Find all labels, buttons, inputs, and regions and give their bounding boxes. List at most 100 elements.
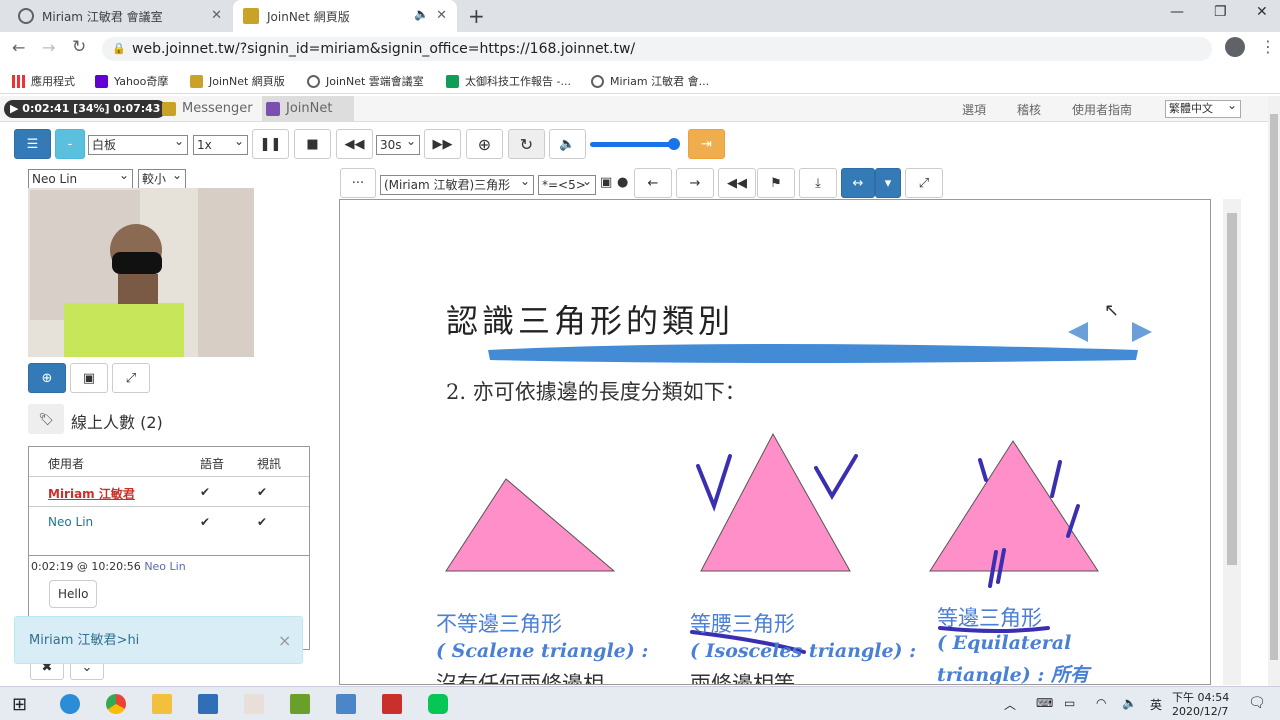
bookmark-taiyu-report[interactable]: 太御科技工作報告 -... [446,73,571,89]
pause-button[interactable]: ❚❚ [252,129,289,159]
user-name[interactable]: Neo Lin [48,515,93,529]
table-row[interactable]: Neo Lin ✔ ✔ [29,507,309,537]
refresh-button[interactable]: ↻ [508,129,545,159]
fit-dropdown-button[interactable]: ▾ [875,168,901,198]
tray-chevron-icon[interactable]: ︿ [1004,696,1016,713]
minus-button[interactable]: - [55,129,85,159]
video-size-value: 較小 [142,172,167,186]
toast-close-icon[interactable]: × [278,617,291,665]
page-scrollbar[interactable] [1268,96,1280,686]
exit-button[interactable]: ⇥ [688,129,725,159]
camera-button[interactable]: ⊕ [28,363,66,393]
tab-messenger[interactable]: Messenger [158,96,258,122]
file-explorer-icon[interactable] [152,694,172,714]
edge-icon[interactable] [60,694,80,714]
close-tab-icon[interactable]: ✕ [211,8,222,23]
rewind-button[interactable]: ◀◀ [336,129,373,159]
page-select[interactable]: (Miriam 江敏君)三角形 [380,172,534,195]
speed-select[interactable]: 1x [193,132,248,155]
slide-prev-icon[interactable] [1068,318,1090,342]
whiteboard-scrollbar[interactable] [1223,199,1241,685]
scroll-thumb[interactable] [1270,114,1278,660]
check-circle-icon[interactable]: ● [617,175,628,190]
clock-time[interactable]: 下午 04:54 [1172,689,1229,705]
joinnet-icon [266,102,280,116]
audio-playing-icon[interactable]: 🔈 [414,7,429,21]
volume-slider[interactable] [590,138,682,150]
snapshot-button[interactable]: ▣ [70,363,108,393]
chrome-icon[interactable] [106,694,126,714]
chat-timestamp: 0:02:19 @ 10:20:56 [31,560,141,573]
bookmark-joinnet-cloud[interactable]: JoinNet 雲端會議室 [307,73,424,89]
forward-icon[interactable]: → [42,38,55,57]
browser-tab-joinnet[interactable]: JoinNet 網頁版 🔈 ✕ [233,0,457,32]
user-select-value: Neo Lin [32,172,78,186]
stop-button[interactable]: ■ [294,129,331,159]
options-link[interactable]: 選項 [962,101,986,118]
audit-link[interactable]: 稽核 [1017,101,1041,118]
video-size-select[interactable]: 較小 [138,166,186,189]
close-tab-icon[interactable]: ✕ [436,8,447,23]
zoom-select[interactable]: *=<5> [538,172,596,195]
fullscreen-board-button[interactable]: ⤢ [905,168,943,198]
device-icon[interactable]: ⌨ [1036,696,1053,710]
mode-select[interactable]: 白板 [88,132,188,155]
new-tab-icon[interactable]: + [468,4,485,28]
download-button[interactable]: ⤓ [799,168,837,198]
image-icon: ▣ [82,370,96,386]
flag-icon: ⚑ [770,175,782,191]
browser-tab-meeting-room[interactable]: Miriam 江敏君 會議室 ✕ [8,0,232,32]
playback-timer: ▶ 0:02:41 [34%] 0:07:43 [4,100,167,118]
bookmark-apps[interactable]: 應用程式 [12,73,75,89]
back-icon[interactable]: ← [12,38,25,57]
ime-indicator[interactable]: 英 [1150,696,1162,713]
skip-select[interactable]: 30s [376,132,420,155]
profile-avatar[interactable] [1225,37,1245,57]
photos-icon[interactable] [336,694,356,714]
more-button[interactable]: ··· [340,168,376,198]
joinnet-taskbar-icon[interactable] [290,694,310,714]
fit-width-button[interactable]: ↔ [841,168,875,198]
next-page-button[interactable]: → [676,168,714,198]
volume-knob[interactable] [668,138,680,150]
user-name[interactable]: Miriam 江敏君 [48,485,135,502]
tab-joinnet[interactable]: JoinNet [262,96,354,122]
minimize-icon[interactable]: — [1170,4,1184,20]
user-select[interactable]: Neo Lin [28,166,133,189]
windows-start-icon[interactable]: ⊞ [12,694,32,715]
line-icon[interactable] [428,694,448,714]
battery-icon[interactable]: ▭ [1064,696,1075,710]
record-button[interactable]: ⊕ [466,129,503,159]
url-field[interactable]: 🔒 web.joinnet.tw/?signin_id=miriam&signi… [102,37,1212,61]
reload-icon[interactable]: ↻ [72,37,86,57]
mail-icon[interactable] [198,694,218,714]
pdf-icon[interactable] [382,694,402,714]
flag-button[interactable]: ⚑ [757,168,795,198]
table-row[interactable]: Miriam 江敏君 ✔ ✔ [29,477,309,507]
bookmark-joinnet-web[interactable]: JoinNet 網頁版 [190,73,285,89]
close-window-icon[interactable]: ✕ [1256,4,1268,20]
slide-next-icon[interactable] [1130,318,1152,342]
menu-button[interactable]: ☰ [14,129,51,159]
language-select[interactable]: 繁體中文 [1165,97,1241,118]
notification-icon[interactable]: 🗨 [1248,695,1266,711]
scroll-thumb[interactable] [1227,213,1237,565]
wifi-icon[interactable]: ◠ [1096,696,1106,710]
fullscreen-video-button[interactable]: ⤢ [112,363,150,393]
image-icon[interactable]: ▣ [600,175,612,190]
whiteboard[interactable]: 認識三角形的類別 2. 亦可依據邊的長度分類如下： 不等邊三角形 ( Scale… [339,199,1211,685]
prev-page-button[interactable]: ← [634,168,672,198]
scalene-english: ( Scalene triangle) : [436,640,649,662]
forward-button[interactable]: ▶▶ [424,129,461,159]
bookmark-yahoo[interactable]: Yahoo奇摩 [95,73,168,89]
isosceles-desc: 兩條邊相等。 [690,672,816,685]
volume-button[interactable]: 🔈 [549,129,586,159]
bookmark-miriam[interactable]: Miriam 江敏君 會... [591,73,709,89]
clock-date[interactable]: 2020/12/7 [1172,705,1228,718]
first-page-button[interactable]: ◀◀ [718,168,756,198]
restore-icon[interactable]: ❐ [1214,4,1227,20]
volume-tray-icon[interactable]: 🔈 [1122,696,1137,710]
more-menu-icon[interactable]: ⋮ [1260,37,1276,56]
user-guide-link[interactable]: 使用者指南 [1072,101,1132,118]
app-icon[interactable] [244,694,264,714]
